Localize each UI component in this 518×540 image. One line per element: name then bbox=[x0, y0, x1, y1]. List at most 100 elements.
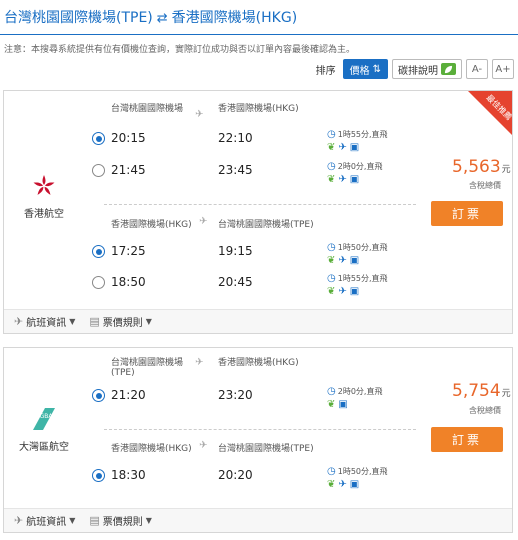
flight-option-radio[interactable] bbox=[92, 132, 105, 145]
arrival-time: 23:45 bbox=[218, 163, 253, 177]
plane-icon: ✈ bbox=[338, 174, 347, 185]
leaf-icon: ❦ bbox=[327, 174, 336, 185]
airline-info: GBA 大灣區航空 bbox=[4, 406, 84, 453]
font-larger-button[interactable]: A+ bbox=[492, 59, 514, 79]
leaf-icon bbox=[441, 63, 456, 75]
flight-option-radio[interactable] bbox=[92, 389, 105, 402]
duration-text: 1時50分,直飛 bbox=[337, 243, 388, 252]
baggage-icon: ▣ bbox=[349, 255, 360, 266]
clock-icon: ◷ bbox=[327, 242, 336, 253]
flight-option[interactable]: 20:15 22:10 ◷ 1時55分,直飛 ❦ ✈ ▣ bbox=[4, 129, 424, 153]
flight-duration: ◷ 1時50分,直飛 bbox=[327, 242, 388, 253]
flight-option-radio[interactable] bbox=[92, 245, 105, 258]
segment-to: 香港國際機場(HKG) bbox=[218, 358, 299, 368]
fare-rules-label: 票價規則 bbox=[102, 318, 143, 329]
segment-divider bbox=[104, 429, 416, 430]
segment-from: 香港國際機場(HKG) bbox=[111, 220, 192, 230]
segment-to: 台灣桃園國際機場(TPE) bbox=[218, 220, 314, 230]
flight-option[interactable]: 18:50 20:45 ◷ 1時55分,直飛 ❦ ✈ ▣ bbox=[4, 273, 424, 297]
plane-icon: ✈ bbox=[199, 440, 208, 451]
route-title: 台灣桃園國際機場(TPE) ⇄ 香港國際機場(HKG) bbox=[4, 7, 297, 27]
duration-text: 1時55分,直飛 bbox=[337, 274, 388, 283]
flight-option[interactable]: 18:30 20:20 ◷ 1時50分,直飛 ❦ ✈ ▣ bbox=[4, 466, 424, 490]
amenities: ❦ ✈ ▣ bbox=[327, 174, 359, 186]
greater-bay-airlines-logo: GBA bbox=[33, 408, 55, 430]
airline-name: 香港航空 bbox=[24, 209, 64, 220]
recommended-label: 最佳推薦 bbox=[484, 93, 512, 122]
departure-time: 21:45 bbox=[111, 163, 146, 177]
baggage-icon: ▣ bbox=[349, 142, 360, 153]
price-currency: 元 bbox=[501, 389, 511, 399]
booking-notice: 注意：本搜尋系統提供有位有價機位查詢，實際訂位成功與否以訂單內容最後確認為主。 bbox=[4, 45, 356, 55]
price: 5,754元 bbox=[452, 381, 511, 401]
carbon-emission-button[interactable]: 碳排說明 bbox=[392, 59, 462, 79]
flight-duration: ◷ 1時55分,直飛 bbox=[327, 129, 388, 140]
flight-option[interactable]: 17:25 19:15 ◷ 1時50分,直飛 ❦ ✈ ▣ bbox=[4, 242, 424, 266]
fare-rules-toggle[interactable]: ▤ 票價規則 ▼ bbox=[89, 513, 152, 528]
plane-icon: ✈ bbox=[338, 255, 347, 266]
flight-option-radio[interactable] bbox=[92, 164, 105, 177]
flight-card: GBA 大灣區航空 台灣桃園國際機場 (TPE) ✈ 香港國際機場(HKG) 21… bbox=[3, 347, 513, 533]
sort-by-price-button[interactable]: 價格 ⇅ bbox=[342, 59, 388, 79]
plane-icon: ✈ bbox=[14, 514, 24, 527]
segment-from: 台灣桃園國際機場 bbox=[111, 104, 184, 114]
fare-rules-toggle[interactable]: ▤ 票價規則 ▼ bbox=[89, 314, 152, 329]
amenities: ❦ ✈ ▣ bbox=[327, 479, 359, 491]
swap-icon[interactable]: ⇄ bbox=[157, 11, 168, 26]
plane-icon: ✈ bbox=[338, 479, 347, 490]
segment-from: 香港國際機場(HKG) bbox=[111, 444, 192, 454]
duration-text: 2時0分,直飛 bbox=[337, 162, 383, 171]
amenities: ❦ ▣ bbox=[327, 399, 348, 411]
flight-duration: ◷ 1時55分,直飛 bbox=[327, 273, 388, 284]
leaf-icon: ❦ bbox=[327, 479, 336, 490]
card-footer: ✈ 航班資訊 ▼ ▤ 票價規則 ▼ bbox=[4, 508, 512, 532]
duration-text: 1時55分,直飛 bbox=[337, 130, 388, 139]
clock-icon: ◷ bbox=[327, 161, 336, 172]
flight-info-label: 航班資訊 bbox=[26, 318, 67, 329]
baggage-icon: ▣ bbox=[349, 479, 360, 490]
svg-text:GBA: GBA bbox=[40, 413, 54, 420]
flight-option[interactable]: 21:20 23:20 ◷ 2時0分,直飛 ❦ ▣ bbox=[4, 386, 424, 410]
plane-icon: ✈ bbox=[195, 357, 204, 368]
plane-icon: ✈ bbox=[338, 142, 347, 153]
baggage-icon: ▣ bbox=[349, 286, 360, 297]
duration-text: 1時50分,直飛 bbox=[337, 467, 388, 476]
departure-time: 18:50 bbox=[111, 275, 146, 289]
segment-from: 台灣桃園國際機場 (TPE) bbox=[111, 355, 183, 378]
clock-icon: ◷ bbox=[327, 129, 336, 140]
recommended-ribbon: 最佳推薦 bbox=[468, 91, 512, 135]
flight-card-body: GBA 大灣區航空 台灣桃園國際機場 (TPE) ✈ 香港國際機場(HKG) 21… bbox=[4, 348, 512, 510]
departure-time: 18:30 bbox=[111, 468, 146, 482]
flight-info-toggle[interactable]: ✈ 航班資訊 ▼ bbox=[14, 513, 75, 528]
flight-card-body: 最佳推薦 香港航空 台灣桃園國際機場 ✈ 香港國際機場(HKG) 20:15 2… bbox=[4, 91, 512, 311]
plane-icon: ✈ bbox=[338, 286, 347, 297]
chevron-down-icon: ▼ bbox=[145, 516, 152, 525]
book-button[interactable]: 訂票 bbox=[431, 201, 503, 226]
baggage-icon: ▣ bbox=[338, 399, 348, 410]
flight-duration: ◷ 1時50分,直飛 bbox=[327, 466, 388, 477]
flight-info-toggle[interactable]: ✈ 航班資訊 ▼ bbox=[14, 314, 75, 329]
arrival-time: 20:45 bbox=[218, 275, 253, 289]
sort-label: 排序 bbox=[315, 65, 336, 77]
book-button[interactable]: 訂票 bbox=[431, 427, 503, 452]
departure-time: 17:25 bbox=[111, 244, 146, 258]
ticket-icon: ▤ bbox=[89, 315, 100, 328]
segment-to: 香港國際機場(HKG) bbox=[218, 104, 299, 114]
chevron-down-icon: ▼ bbox=[145, 317, 152, 326]
sort-toolbar: 排序 價格 ⇅ 碳排說明 A- A+ bbox=[316, 58, 514, 80]
clock-icon: ◷ bbox=[327, 273, 336, 284]
arrival-time: 19:15 bbox=[218, 244, 253, 258]
amenities: ❦ ✈ ▣ bbox=[327, 142, 359, 154]
carbon-emission-label: 碳排說明 bbox=[398, 65, 438, 77]
plane-icon: ✈ bbox=[199, 216, 208, 227]
departure-time: 21:20 bbox=[111, 388, 146, 402]
flight-option-radio[interactable] bbox=[92, 276, 105, 289]
sort-order-icon: ⇅ bbox=[372, 63, 381, 75]
arrival-time: 20:20 bbox=[218, 468, 253, 482]
leaf-icon: ❦ bbox=[327, 142, 336, 153]
font-smaller-button[interactable]: A- bbox=[466, 59, 488, 79]
flight-card: 最佳推薦 香港航空 台灣桃園國際機場 ✈ 香港國際機場(HKG) 20:15 2… bbox=[3, 90, 513, 334]
search-header: 台灣桃園國際機場(TPE) ⇄ 香港國際機場(HKG) bbox=[0, 0, 518, 36]
flight-option-radio[interactable] bbox=[92, 469, 105, 482]
flight-option[interactable]: 21:45 23:45 ◷ 2時0分,直飛 ❦ ✈ ▣ bbox=[4, 161, 424, 185]
